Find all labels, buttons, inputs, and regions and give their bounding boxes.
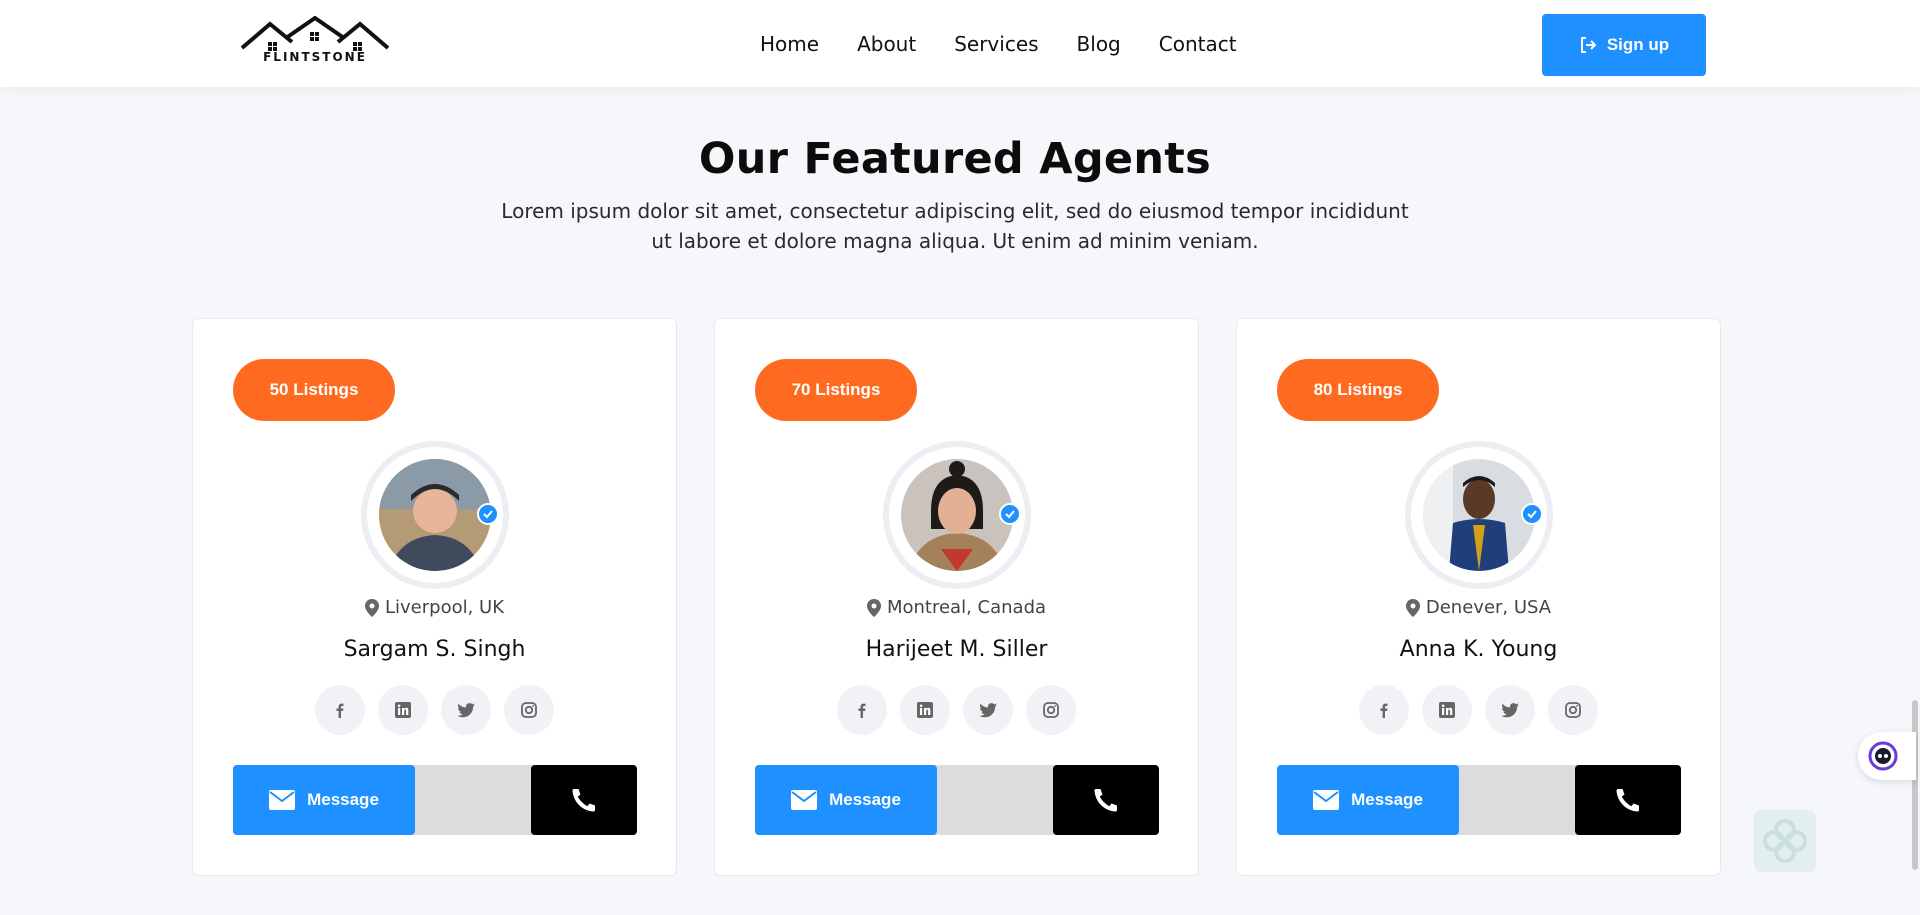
phone-icon <box>1094 789 1117 812</box>
brand-logo[interactable]: FLINTSTONE <box>240 15 390 68</box>
envelope-icon <box>269 790 296 810</box>
agent-name[interactable]: Harijeet M. Siller <box>715 637 1198 662</box>
listings-badge[interactable]: 50 Listings <box>233 359 395 421</box>
instagram-icon <box>521 702 537 718</box>
location-text: Liverpool, UK <box>384 597 505 618</box>
agent-location: Denever, USA <box>1237 597 1720 618</box>
map-pin-icon <box>364 598 379 617</box>
agent-card: 80 Listings Denever, USA Anna K. Young M… <box>1236 318 1721 876</box>
agent-name[interactable]: Anna K. Young <box>1237 637 1720 662</box>
phone-icon <box>1616 789 1639 812</box>
page-scrollbar[interactable] <box>1912 700 1918 870</box>
sign-in-icon <box>1580 37 1597 53</box>
linkedin-link[interactable] <box>378 685 428 735</box>
message-button[interactable]: Message <box>755 765 937 835</box>
contact-actions: Message <box>233 765 637 835</box>
social-links <box>1237 685 1720 735</box>
facebook-link[interactable] <box>315 685 365 735</box>
phone-icon <box>572 789 595 812</box>
nav-link-about[interactable]: About <box>857 30 916 58</box>
instagram-icon <box>1565 702 1581 718</box>
message-label: Message <box>829 790 901 809</box>
listings-badge[interactable]: 80 Listings <box>1277 359 1439 421</box>
message-button[interactable]: Message <box>1277 765 1459 835</box>
agent-avatar[interactable] <box>1423 459 1535 571</box>
call-button[interactable] <box>1575 765 1681 835</box>
chat-widget-button[interactable] <box>1858 732 1916 780</box>
facebook-icon <box>1380 703 1388 718</box>
instagram-link[interactable] <box>504 685 554 735</box>
verified-check-icon <box>999 503 1021 525</box>
corner-watermark-logo <box>1754 810 1816 872</box>
linkedin-icon <box>917 702 933 718</box>
instagram-link[interactable] <box>1548 685 1598 735</box>
flower-watermark-icon <box>1763 819 1807 863</box>
call-button[interactable] <box>1053 765 1159 835</box>
listings-badge[interactable]: 70 Listings <box>755 359 917 421</box>
agent-avatar[interactable] <box>379 459 491 571</box>
message-label: Message <box>1351 790 1423 809</box>
nav-link-contact[interactable]: Contact <box>1159 30 1237 58</box>
verified-check-icon <box>477 503 499 525</box>
sign-up-button[interactable]: Sign up <box>1542 14 1706 76</box>
avatar-frame <box>1405 441 1553 589</box>
envelope-icon <box>1313 790 1340 810</box>
social-links <box>193 685 676 735</box>
agent-card: 70 Listings Montreal, Canada Harijeet M.… <box>714 318 1199 876</box>
map-pin-icon <box>1405 598 1420 617</box>
location-text: Denever, USA <box>1425 597 1552 618</box>
facebook-link[interactable] <box>1359 685 1409 735</box>
description-line-2: ut labore et dolore magna aliqua. Ut eni… <box>651 229 1259 253</box>
section-title: Our Featured Agents <box>698 134 1212 184</box>
agent-name[interactable]: Sargam S. Singh <box>193 637 676 662</box>
description-line-1: Lorem ipsum dolor sit amet, consectetur … <box>501 199 1409 223</box>
agent-photo-icon <box>901 459 1013 571</box>
linkedin-icon <box>1439 702 1455 718</box>
section-description: Lorem ipsum dolor sit amet, consectetur … <box>485 196 1425 256</box>
nav-link-services[interactable]: Services <box>954 30 1038 58</box>
contact-actions: Message <box>755 765 1159 835</box>
agent-location: Montreal, Canada <box>715 597 1198 618</box>
sign-up-label: Sign up <box>1606 35 1670 54</box>
facebook-icon <box>858 703 866 718</box>
instagram-icon <box>1043 702 1059 718</box>
twitter-icon <box>457 702 475 717</box>
chat-bot-icon <box>1868 741 1898 771</box>
agent-photo-icon <box>379 459 491 571</box>
facebook-icon <box>336 703 344 718</box>
agent-card: 50 Listings Liverpool, UK Sargam S. Sing… <box>192 318 677 876</box>
verified-check-icon <box>1521 503 1543 525</box>
contact-actions: Message <box>1277 765 1681 835</box>
twitter-link[interactable] <box>963 685 1013 735</box>
agent-location: Liverpool, UK <box>193 597 676 618</box>
twitter-link[interactable] <box>1485 685 1535 735</box>
call-button[interactable] <box>531 765 637 835</box>
agent-avatar[interactable] <box>901 459 1013 571</box>
linkedin-icon <box>395 702 411 718</box>
avatar-frame <box>883 441 1031 589</box>
twitter-icon <box>1501 702 1519 717</box>
instagram-link[interactable] <box>1026 685 1076 735</box>
social-links <box>715 685 1198 735</box>
map-pin-icon <box>866 598 881 617</box>
brand-name: FLINTSTONE <box>263 50 367 64</box>
twitter-icon <box>979 702 997 717</box>
main-nav: Home About Services Blog Contact <box>760 30 1275 58</box>
nav-link-home[interactable]: Home <box>760 30 819 58</box>
twitter-link[interactable] <box>441 685 491 735</box>
navbar: FLINTSTONE Home About Services Blog Cont… <box>0 0 1920 87</box>
message-label: Message <box>307 790 379 809</box>
message-button[interactable]: Message <box>233 765 415 835</box>
linkedin-link[interactable] <box>1422 685 1472 735</box>
agent-photo-icon <box>1423 459 1535 571</box>
facebook-link[interactable] <box>837 685 887 735</box>
envelope-icon <box>791 790 818 810</box>
location-text: Montreal, Canada <box>886 597 1047 618</box>
avatar-frame <box>361 441 509 589</box>
linkedin-link[interactable] <box>900 685 950 735</box>
nav-link-blog[interactable]: Blog <box>1077 30 1121 58</box>
